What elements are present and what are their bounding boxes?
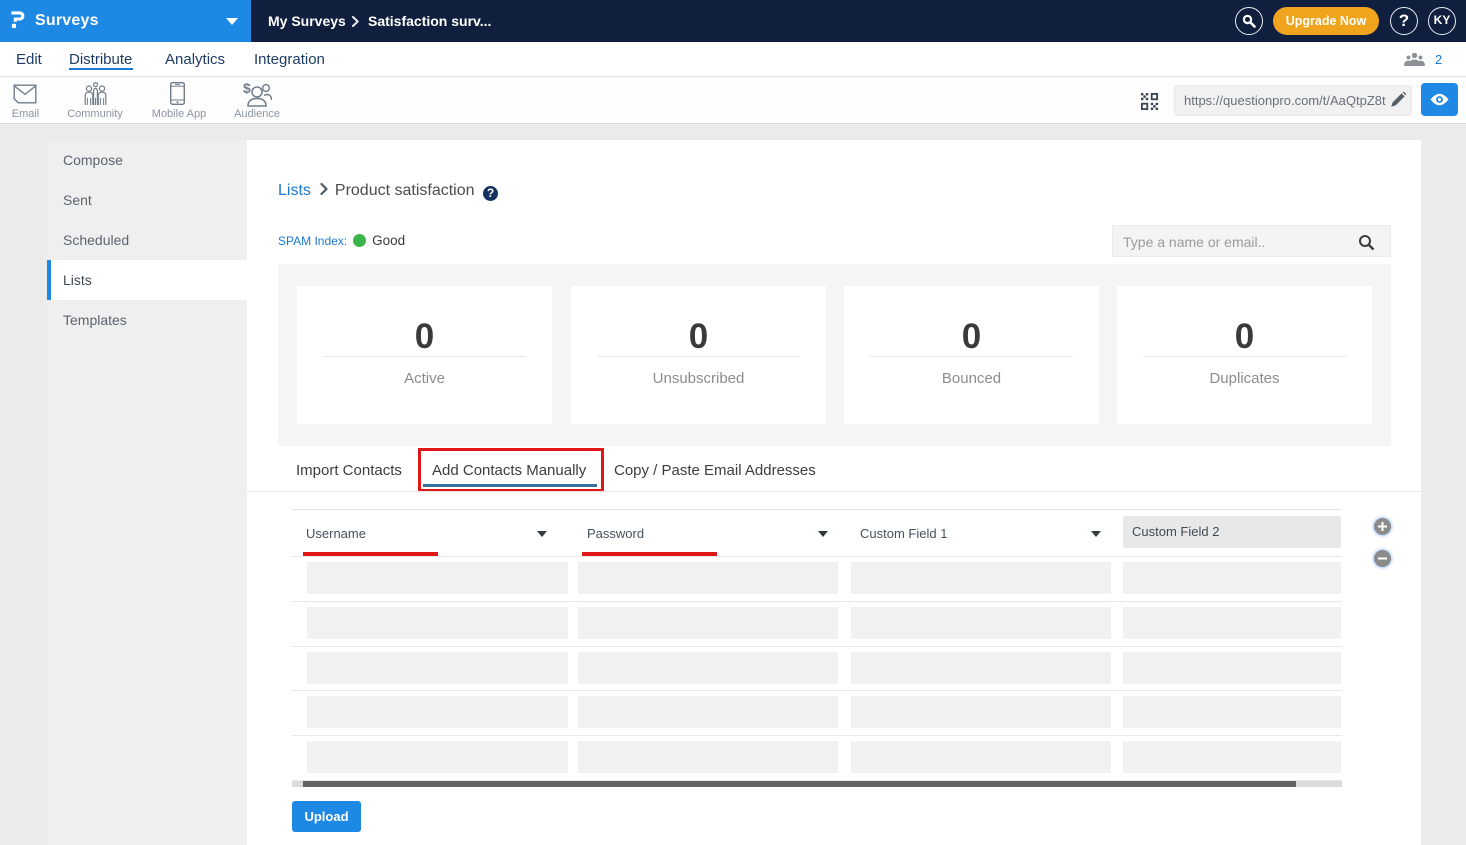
svg-text:$: $ [243, 80, 251, 96]
